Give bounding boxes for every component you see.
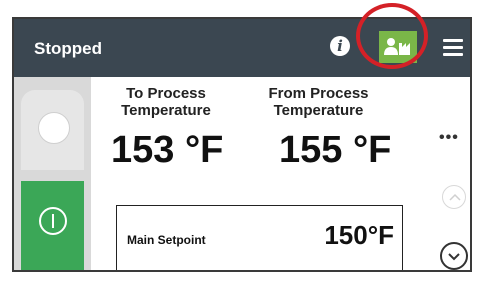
main-setpoint-field[interactable]: Main Setpoint 150°F: [116, 205, 403, 270]
temperature-panel: To Process Temperature From Process Temp…: [91, 77, 470, 270]
on-button[interactable]: [21, 181, 84, 270]
circle-off-icon: [38, 112, 70, 144]
to-process-label-line-2: Temperature: [121, 102, 211, 119]
hamburger-menu-icon[interactable]: [443, 39, 463, 56]
highlight-ring: [356, 3, 428, 69]
from-process-label-line-1: From Process: [268, 85, 369, 102]
status-text: Stopped: [34, 39, 102, 58]
to-process-label: To Process Temperature: [91, 85, 241, 119]
scroll-down-button[interactable]: [440, 242, 468, 270]
chevron-down-icon: [448, 253, 460, 261]
right-controls: •••: [432, 77, 470, 270]
from-process-label: From Process Temperature: [241, 85, 396, 119]
off-button[interactable]: [21, 90, 84, 170]
to-process-label-line-1: To Process: [126, 85, 206, 102]
chevron-up-icon: [449, 193, 461, 201]
to-process-value: 153 °F: [111, 129, 224, 171]
mode-sidebar: [14, 77, 91, 270]
scroll-up-button[interactable]: [442, 185, 466, 209]
power-icon: [39, 207, 67, 235]
more-dots-icon[interactable]: •••: [439, 129, 459, 147]
from-process-label-line-2: Temperature: [273, 102, 364, 119]
setpoint-label: Main Setpoint: [127, 233, 206, 247]
info-icon[interactable]: i: [330, 36, 350, 56]
from-process-value: 155 °F: [279, 129, 392, 171]
setpoint-value: 150°F: [324, 220, 394, 250]
